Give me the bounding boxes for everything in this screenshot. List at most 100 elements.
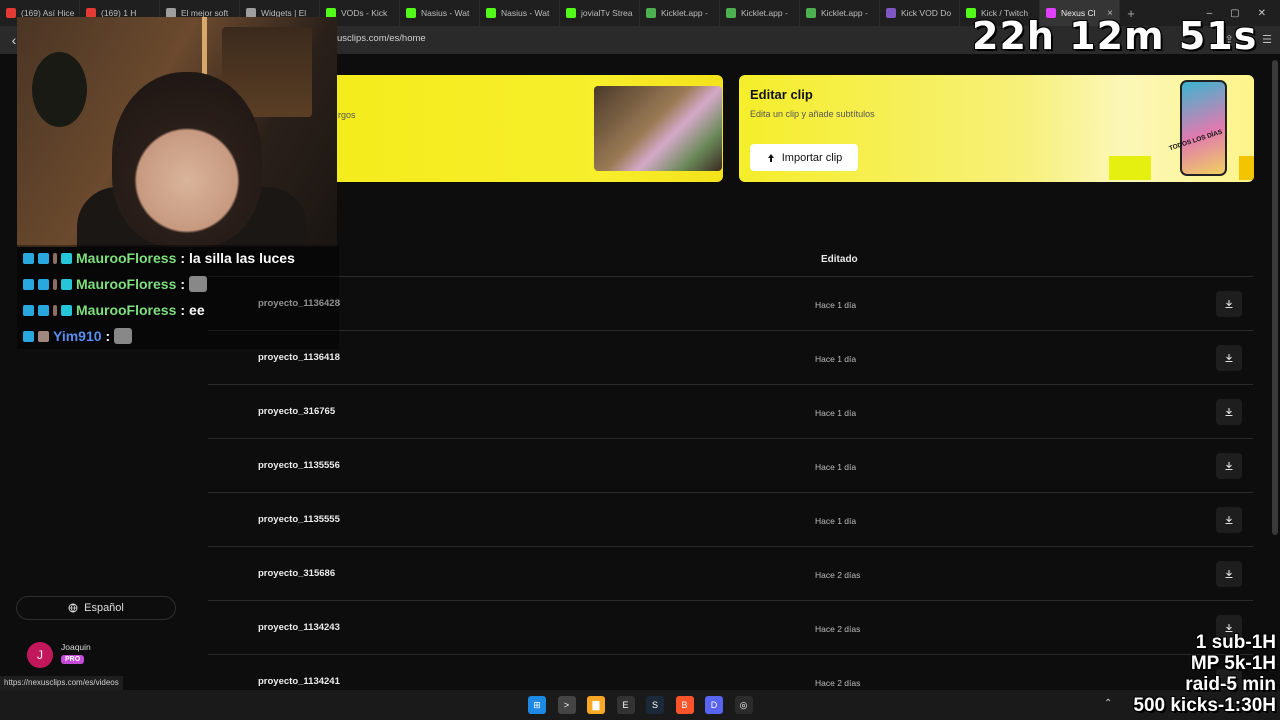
chat-message: Yim910: bbox=[17, 323, 339, 349]
chat-badge-icon bbox=[23, 278, 34, 290]
project-name[interactable]: proyecto_1135556 bbox=[258, 460, 340, 471]
avatar[interactable]: J bbox=[27, 642, 53, 668]
tab-favicon-icon bbox=[726, 8, 736, 18]
tab-favicon-icon bbox=[6, 8, 16, 18]
import-clip-button[interactable]: Importar clip bbox=[750, 144, 858, 171]
table-row[interactable]: proyecto_315686 Hace 2 días bbox=[208, 547, 1253, 601]
download-icon bbox=[1225, 462, 1233, 471]
stream-timer: 22h 12m 51s bbox=[972, 14, 1258, 58]
download-button[interactable] bbox=[1216, 561, 1242, 587]
chat-text: ee bbox=[189, 302, 205, 318]
chat-message: MaurooFloress: bbox=[17, 271, 339, 297]
edit-clip-description: Edita un clip y añade subtítulos bbox=[750, 109, 875, 119]
stream-goals: 1 sub-1H MP 5k-1H raid-5 min 500 kicks-1:30… bbox=[1133, 632, 1276, 716]
chat-username: MaurooFloress bbox=[76, 276, 177, 292]
address-bar[interactable]: usclips.com/es/home bbox=[337, 33, 426, 44]
user-name: Joaquin bbox=[61, 642, 91, 652]
card-subtitle: rgos bbox=[338, 110, 356, 120]
table-row[interactable]: proyecto_1136418 Hace 1 día bbox=[208, 331, 1253, 385]
browser-tab[interactable]: Kicklet.app - bbox=[720, 0, 800, 26]
tab-label: Kick VOD Do bbox=[901, 8, 952, 18]
tab-favicon-icon bbox=[486, 8, 496, 18]
chat-separator: : bbox=[180, 250, 186, 266]
column-header-edited: Editado bbox=[821, 254, 858, 265]
project-name[interactable]: proyecto_1136418 bbox=[258, 352, 340, 363]
pro-badge: PRO bbox=[61, 655, 85, 664]
edit-clip-title: Editar clip bbox=[750, 87, 813, 102]
browser-tab[interactable]: Nasius - Wat bbox=[480, 0, 560, 26]
download-icon bbox=[1225, 516, 1233, 525]
steam-icon[interactable]: S bbox=[646, 696, 664, 714]
close-window-icon[interactable]: ✕ bbox=[1258, 8, 1266, 19]
tray-chevron-icon[interactable]: ⌃ bbox=[1104, 698, 1112, 709]
obs-icon[interactable]: ◎ bbox=[734, 696, 753, 714]
chat-badge-icon bbox=[61, 278, 72, 290]
table-row[interactable]: proyecto_1136428 Hace 1 día bbox=[208, 277, 1253, 331]
create-clips-card[interactable]: rgos bbox=[300, 75, 723, 182]
tab-favicon-icon bbox=[806, 8, 816, 18]
tab-favicon-icon bbox=[646, 8, 656, 18]
download-button[interactable] bbox=[1216, 507, 1242, 533]
tab-label: Kicklet.app - bbox=[741, 8, 788, 18]
language-label: Español bbox=[84, 602, 124, 614]
project-edited: Hace 2 días bbox=[815, 624, 861, 634]
browser-tab[interactable]: Kicklet.app - bbox=[640, 0, 720, 26]
page-scrollbar[interactable] bbox=[1272, 60, 1278, 535]
epic-games-icon[interactable]: E bbox=[616, 696, 635, 714]
project-name[interactable]: proyecto_1134243 bbox=[258, 622, 340, 633]
chat-overlay: MaurooFloress: la silla las luces MaurooFl… bbox=[17, 245, 339, 349]
table-row[interactable]: proyecto_1135556 Hace 1 día bbox=[208, 439, 1253, 493]
browser-tab[interactable]: Kick VOD Do bbox=[880, 0, 960, 26]
tab-label: Kicklet.app - bbox=[821, 8, 868, 18]
chat-badge-icon bbox=[23, 304, 34, 316]
discord-icon[interactable]: D bbox=[705, 696, 723, 714]
terminal-icon[interactable]: > bbox=[557, 696, 576, 714]
chat-badge-icon bbox=[61, 252, 72, 264]
table-row[interactable]: proyecto_316765 Hace 1 día bbox=[208, 385, 1253, 439]
chat-username: MaurooFloress bbox=[76, 302, 177, 318]
file-explorer-icon[interactable]: ▇ bbox=[587, 696, 605, 714]
chat-username: Yim910 bbox=[53, 328, 102, 344]
download-icon bbox=[1225, 408, 1233, 417]
brave-icon[interactable]: B bbox=[675, 696, 694, 714]
windows-start-icon[interactable]: ⊞ bbox=[528, 696, 546, 714]
browser-tab[interactable]: Nasius - Wat bbox=[400, 0, 480, 26]
webcam-overlay bbox=[17, 17, 337, 247]
chat-separator: : bbox=[180, 276, 186, 292]
chat-message: MaurooFloress: ee bbox=[17, 297, 339, 323]
project-name[interactable]: proyecto_316765 bbox=[258, 406, 335, 417]
status-bar-url: https://nexusclips.com/es/videos bbox=[0, 676, 123, 690]
globe-icon bbox=[68, 603, 78, 613]
windows-taskbar bbox=[0, 690, 1280, 720]
chat-badge-icon bbox=[38, 252, 49, 264]
edit-clip-card: Editar clip Edita un clip y añade subtít… bbox=[739, 75, 1254, 182]
tab-favicon-icon bbox=[886, 8, 896, 18]
webcam-pineapple-decor bbox=[32, 52, 87, 127]
menu-icon[interactable]: ☰ bbox=[1262, 33, 1272, 46]
table-row[interactable]: proyecto_1135555 Hace 1 día bbox=[208, 493, 1253, 547]
chat-badge-icon bbox=[53, 252, 57, 264]
download-button[interactable] bbox=[1216, 399, 1242, 425]
project-name[interactable]: proyecto_315686 bbox=[258, 568, 335, 579]
stream-goal: raid-5 min bbox=[1185, 674, 1276, 695]
chat-username: MaurooFloress bbox=[76, 250, 177, 266]
download-button[interactable] bbox=[1216, 453, 1242, 479]
project-edited: Hace 2 días bbox=[815, 570, 861, 580]
tab-label: Nasius - Wat bbox=[421, 8, 470, 18]
browser-tab[interactable]: Kicklet.app - bbox=[800, 0, 880, 26]
chat-badge-icon bbox=[53, 278, 57, 290]
project-name[interactable]: proyecto_1134241 bbox=[258, 676, 340, 687]
project-name[interactable]: proyecto_1135555 bbox=[258, 514, 340, 525]
tab-favicon-icon bbox=[406, 8, 416, 18]
download-icon bbox=[1225, 570, 1233, 579]
language-selector[interactable]: Español bbox=[16, 596, 176, 620]
download-button[interactable] bbox=[1216, 345, 1242, 371]
chat-emote-icon bbox=[189, 276, 208, 292]
decorative-block bbox=[1239, 156, 1254, 180]
table-row[interactable]: proyecto_1134243 Hace 2 días bbox=[208, 601, 1253, 655]
browser-tab[interactable]: jovialTv Strea bbox=[560, 0, 640, 26]
stream-goal: 500 kicks-1:30H bbox=[1133, 695, 1276, 716]
download-icon bbox=[1225, 300, 1233, 309]
download-button[interactable] bbox=[1216, 291, 1242, 317]
chat-separator: : bbox=[180, 302, 186, 318]
